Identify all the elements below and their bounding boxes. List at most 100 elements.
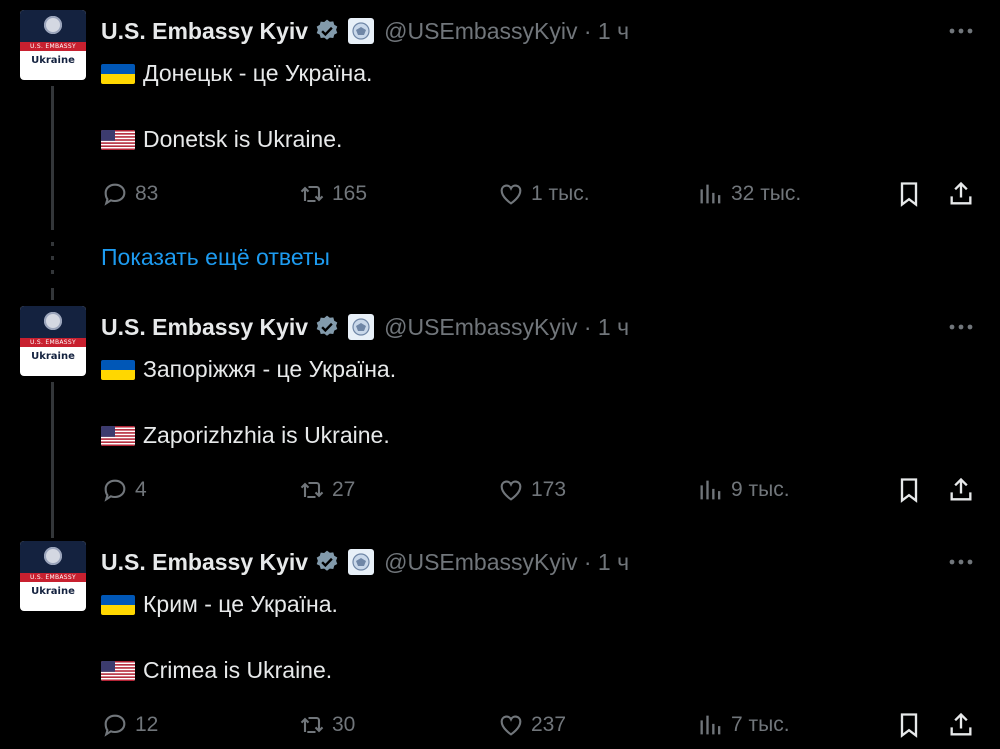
tweet-line-en: Crimea is Ukraine.: [143, 657, 333, 683]
repost-icon: [300, 716, 324, 734]
handle-and-time[interactable]: @USEmbassyKyiv · 1 ч: [384, 549, 629, 576]
flag-us-icon: [101, 660, 135, 681]
avatar-band-text: U.S. EMBASSY: [20, 42, 86, 51]
verified-badge-icon[interactable]: [314, 549, 340, 575]
like-icon: [500, 715, 522, 736]
seal-icon: [44, 547, 62, 565]
tweet-text-en: Zaporizhzhia is Ukraine.: [101, 422, 390, 449]
tweet-header: U.S. Embassy Kyiv @USEmbassyKyiv · 1 ч: [101, 14, 629, 48]
handle-and-time[interactable]: @USEmbassyKyiv · 1 ч: [384, 314, 629, 341]
more-icon[interactable]: [946, 312, 976, 342]
flag-us-icon: [101, 425, 135, 446]
tweet-line-ua: Донецьк - це Україна.: [143, 60, 373, 86]
embassy-seal-icon[interactable]: [348, 314, 375, 340]
bookmark-button[interactable]: [891, 707, 927, 743]
like-icon: [500, 184, 522, 205]
seal-icon: [44, 312, 62, 330]
tweet-actions: 12 30 237 7 тыс.: [0, 707, 1000, 743]
repost-icon: [300, 481, 324, 499]
tweet-header: U.S. Embassy Kyiv @USEmbassyKyiv · 1 ч: [101, 545, 629, 579]
thread-dot: [51, 242, 54, 246]
repost-button[interactable]: 27: [298, 472, 355, 508]
repost-icon: [300, 185, 324, 203]
flag-ua-icon: [101, 359, 135, 380]
reply-icon: [104, 183, 126, 206]
bookmark-icon: [900, 713, 918, 738]
share-button[interactable]: [943, 707, 979, 743]
verified-badge-icon[interactable]: [314, 18, 340, 44]
more-icon[interactable]: [946, 16, 976, 46]
share-icon: [950, 181, 972, 205]
avatar-band-text: U.S. EMBASSY: [20, 338, 86, 347]
views-button[interactable]: 7 тыс.: [697, 707, 790, 743]
reply-button[interactable]: 12: [101, 707, 158, 743]
flag-ua-icon: [101, 63, 135, 84]
views-icon: [700, 184, 721, 204]
like-count: 173: [531, 478, 567, 501]
bookmark-button[interactable]: [891, 472, 927, 508]
avatar-name-text: Ukraine: [31, 586, 75, 597]
display-name[interactable]: U.S. Embassy Kyiv: [101, 314, 308, 341]
views-button[interactable]: 32 тыс.: [697, 176, 801, 212]
embassy-seal-icon[interactable]: [348, 18, 375, 44]
display-name[interactable]: U.S. Embassy Kyiv: [101, 549, 308, 576]
repost-button[interactable]: 165: [298, 176, 367, 212]
like-icon: [500, 480, 522, 501]
tweet-line-en: Donetsk is Ukraine.: [143, 126, 343, 152]
views-icon: [700, 715, 721, 735]
like-count: 237: [531, 713, 567, 736]
thread-dot: [51, 256, 54, 260]
tweet-text-en: Donetsk is Ukraine.: [101, 126, 342, 153]
views-button[interactable]: 9 тыс.: [697, 472, 790, 508]
share-icon: [950, 712, 972, 736]
display-name[interactable]: U.S. Embassy Kyiv: [101, 18, 308, 45]
like-button[interactable]: 173: [497, 472, 566, 508]
seal-icon: [44, 16, 62, 34]
share-button[interactable]: [943, 472, 979, 508]
avatar[interactable]: U.S. EMBASSY Ukraine: [20, 541, 86, 611]
verified-badge-icon[interactable]: [314, 314, 340, 340]
repost-button[interactable]: 30: [298, 707, 355, 743]
like-button[interactable]: 237: [497, 707, 566, 743]
more-icon[interactable]: [946, 547, 976, 577]
view-count: 7 тыс.: [731, 713, 790, 736]
reply-icon: [104, 479, 126, 502]
repost-count: 165: [332, 182, 368, 205]
avatar-band-text: U.S. EMBASSY: [20, 573, 86, 582]
avatar-name-text: Ukraine: [31, 351, 75, 362]
view-count: 9 тыс.: [731, 478, 790, 501]
reply-button[interactable]: 83: [101, 176, 158, 212]
avatar[interactable]: U.S. EMBASSY Ukraine: [20, 10, 86, 80]
repost-count: 27: [332, 478, 356, 501]
flag-ua-icon: [101, 594, 135, 615]
tweet-actions: 83 165 1 тыс. 32 тыс.: [0, 176, 1000, 212]
bookmark-button[interactable]: [891, 176, 927, 212]
bookmark-icon: [900, 182, 918, 207]
embassy-seal-icon[interactable]: [348, 549, 375, 575]
bookmark-icon: [900, 478, 918, 503]
tweet-line-ua: Крим - це Україна.: [143, 591, 338, 617]
handle-and-time[interactable]: @USEmbassyKyiv · 1 ч: [384, 18, 629, 45]
thread-line: [51, 382, 54, 538]
reply-count: 83: [135, 182, 159, 205]
reply-count: 4: [135, 478, 147, 501]
thread-line: [51, 288, 54, 300]
tweet-line-ua: Запоріжжя - це Україна.: [143, 356, 397, 382]
tweet-line-en: Zaporizhzhia is Ukraine.: [143, 422, 390, 448]
avatar[interactable]: U.S. EMBASSY Ukraine: [20, 306, 86, 376]
tweet-text-ua: Донецьк - це Україна.: [101, 60, 372, 87]
share-button[interactable]: [943, 176, 979, 212]
repost-count: 30: [332, 713, 356, 736]
share-icon: [950, 477, 972, 501]
views-icon: [700, 480, 721, 500]
view-count: 32 тыс.: [731, 182, 802, 205]
show-more-replies-link[interactable]: Показать ещё ответы: [101, 244, 330, 271]
tweet-text-ua: Крим - це Україна.: [101, 591, 338, 618]
like-count: 1 тыс.: [531, 182, 590, 205]
reply-button[interactable]: 4: [101, 472, 147, 508]
like-button[interactable]: 1 тыс.: [497, 176, 590, 212]
reply-count: 12: [135, 713, 159, 736]
reply-icon: [104, 714, 126, 737]
thread-dot: [51, 270, 54, 274]
tweet-actions: 4 27 173 9 тыс.: [0, 472, 1000, 508]
